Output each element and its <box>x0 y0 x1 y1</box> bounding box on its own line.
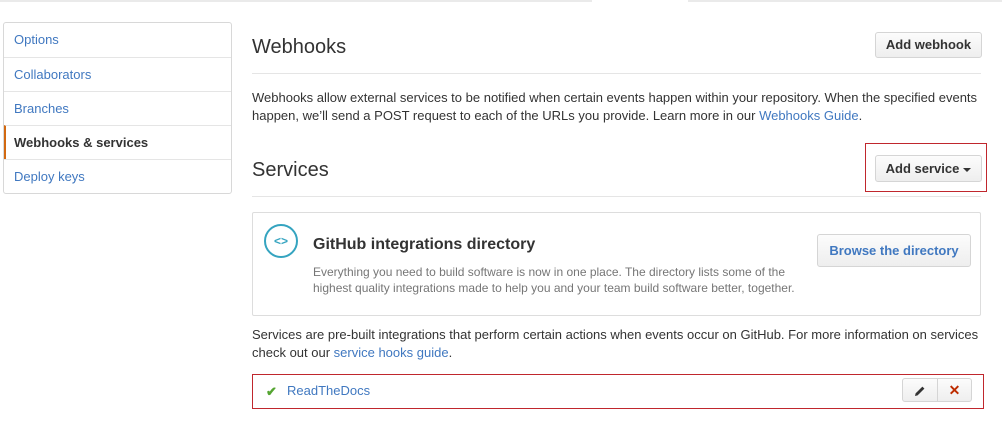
settings-sidebar: Options Collaborators Branches Webhooks … <box>3 22 232 194</box>
services-description-end: . <box>448 345 453 360</box>
browse-directory-button[interactable]: Browse the directory <box>817 234 971 267</box>
sidebar-item-options[interactable]: Options <box>4 23 231 57</box>
add-service-label: Add service <box>885 161 960 176</box>
webhooks-description: Webhooks allow external services to be n… <box>252 89 982 125</box>
sidebar-item-deploy-keys[interactable]: Deploy keys <box>4 159 231 193</box>
pencil-icon <box>915 386 925 396</box>
webhooks-description-end: . <box>858 108 863 123</box>
services-divider <box>252 196 981 197</box>
delete-service-button[interactable]: ✕ <box>937 378 972 402</box>
sidebar-item-collaborators[interactable]: Collaborators <box>4 57 231 91</box>
service-hooks-guide-link[interactable]: service hooks guide <box>334 345 449 360</box>
top-divider <box>0 0 1002 2</box>
add-service-button[interactable]: Add service <box>875 155 982 182</box>
webhooks-divider <box>252 73 981 74</box>
service-row: ✔ ReadTheDocs ✕ <box>254 376 982 407</box>
integrations-directory-panel: <> GitHub integrations directory Everyth… <box>252 212 981 316</box>
code-icon: <> <box>264 224 298 258</box>
add-webhook-button[interactable]: Add webhook <box>875 32 982 58</box>
caret-down-icon <box>963 167 972 172</box>
services-title: Services <box>252 159 329 181</box>
check-icon: ✔ <box>266 384 277 399</box>
sidebar-item-webhooks-services[interactable]: Webhooks & services <box>4 125 231 159</box>
service-name-link[interactable]: ReadTheDocs <box>287 383 370 398</box>
edit-service-button[interactable] <box>902 378 938 402</box>
services-description: Services are pre-built integrations that… <box>252 326 982 362</box>
integrations-description: Everything you need to build software is… <box>313 265 795 295</box>
webhooks-guide-link[interactable]: Webhooks Guide <box>759 108 859 123</box>
webhooks-title: Webhooks <box>252 36 347 58</box>
integrations-title: GitHub integrations directory <box>313 236 536 253</box>
sidebar-item-branches[interactable]: Branches <box>4 91 231 125</box>
x-icon: ✕ <box>948 382 961 398</box>
webhooks-description-text: Webhooks allow external services to be n… <box>252 90 978 123</box>
